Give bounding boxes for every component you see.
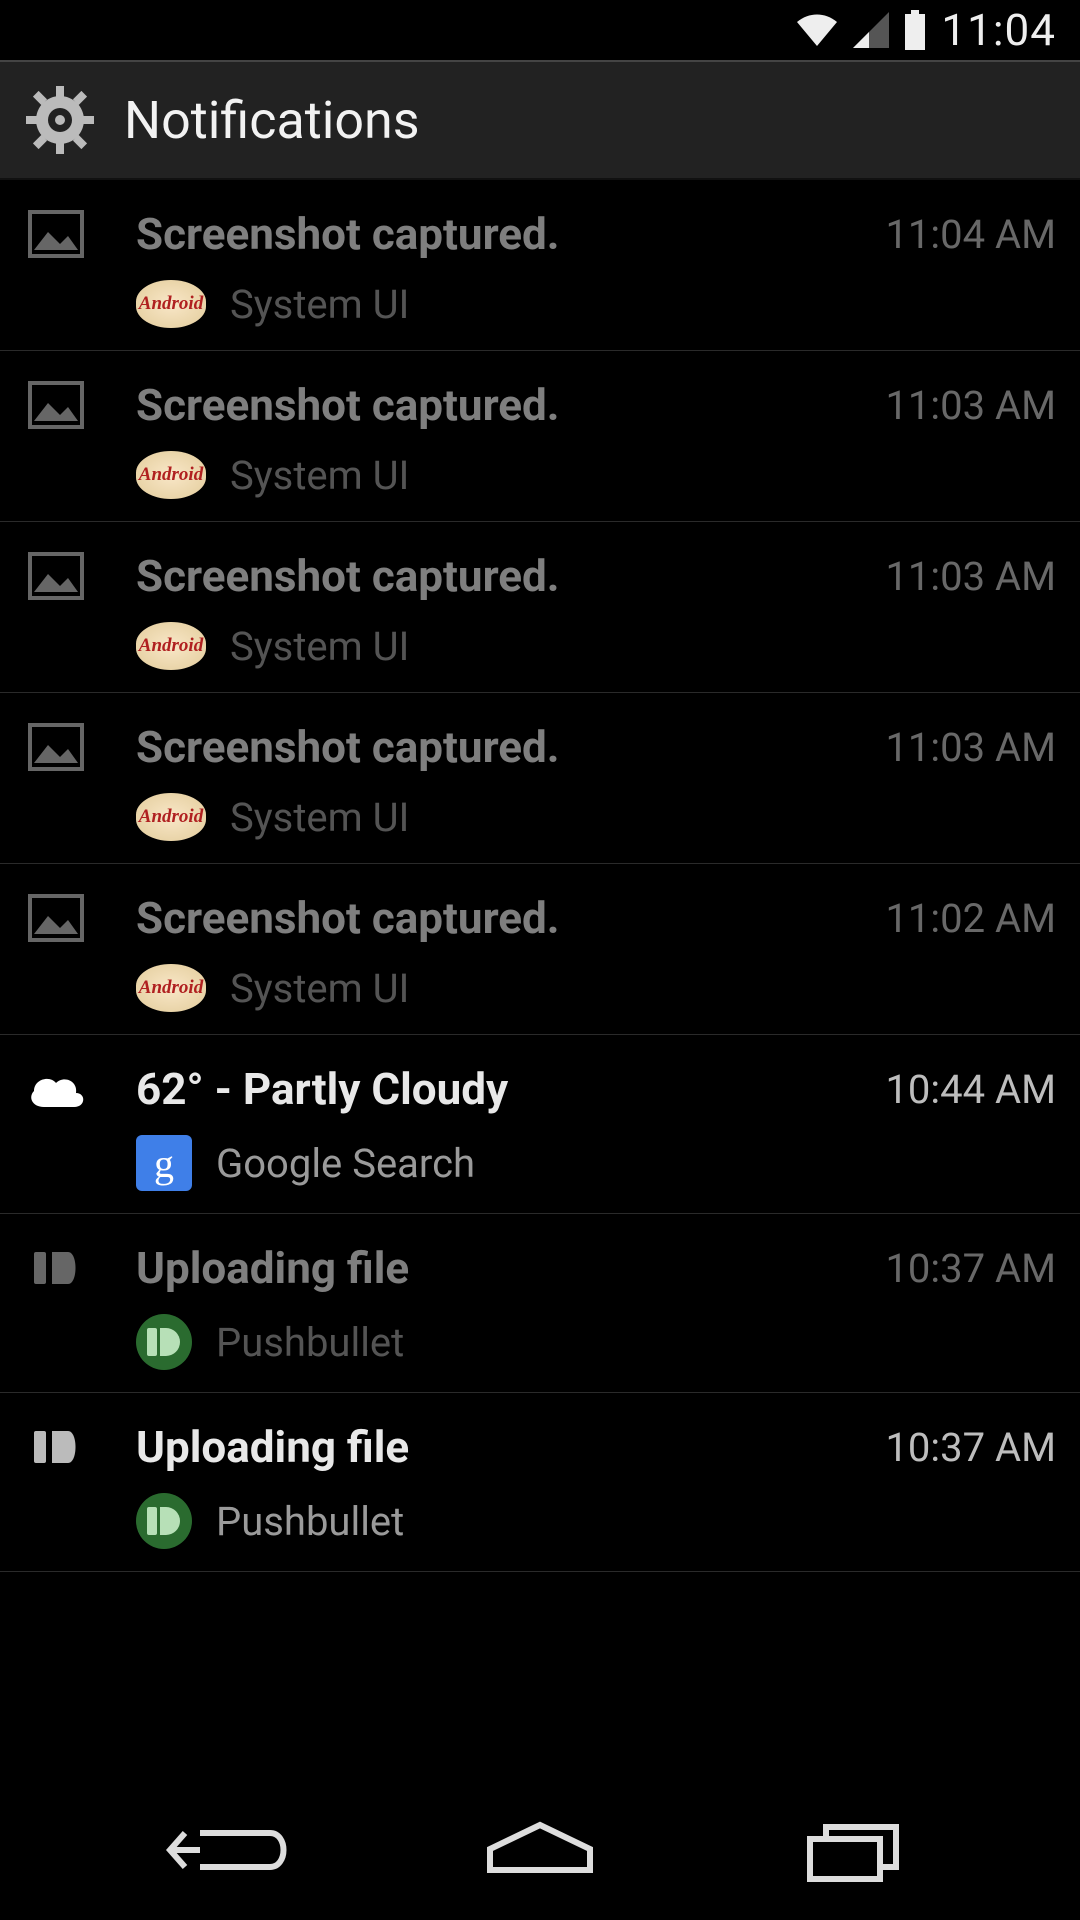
notification-row[interactable]: 62° - Partly Cloudy 10:44 AM g Google Searc… [0,1035,1080,1214]
picture-icon [24,886,88,950]
notification-source: Google Search [216,1140,475,1187]
notification-title: Screenshot captured. [136,550,859,602]
notification-source-wrap: g Google Search [136,1135,1056,1191]
notification-row[interactable]: Screenshot captured. 11:03 AM System UI [0,693,1080,864]
notification-source-wrap: System UI [136,964,1056,1012]
picture-icon [24,544,88,608]
notification-source-wrap: Pushbullet [136,1314,1056,1370]
notification-source-wrap: System UI [136,280,1056,328]
notification-row[interactable]: Screenshot captured. 11:03 AM System UI [0,351,1080,522]
pushbullet-icon [24,1236,88,1300]
notification-time: 11:02 AM [885,895,1056,942]
page-title: Notifications [124,90,420,151]
notification-source: System UI [230,794,409,841]
notification-title: Screenshot captured. [136,892,859,944]
android-app-icon [136,280,206,328]
status-bar: 11:04 [0,0,1080,60]
notification-title: Uploading file [136,1421,859,1473]
notification-row[interactable]: Screenshot captured. 11:03 AM System UI [0,522,1080,693]
home-button[interactable] [450,1810,630,1890]
notification-source: System UI [230,623,409,670]
notification-title: Screenshot captured. [136,721,859,773]
notification-title: Screenshot captured. [136,379,859,431]
android-app-icon [136,793,206,841]
notification-time: 11:04 AM [885,211,1056,258]
notification-row[interactable]: Uploading file 10:37 AM Pushbullet [0,1214,1080,1393]
notification-source: System UI [230,452,409,499]
notification-title: 62° - Partly Cloudy [136,1063,859,1115]
header: Notifications [0,60,1080,180]
pushbullet-app-icon [136,1314,192,1370]
cloud-icon [24,1057,88,1121]
wifi-icon [795,12,839,48]
notification-row[interactable]: Screenshot captured. 11:02 AM System UI [0,864,1080,1035]
android-app-icon [136,964,206,1012]
android-app-icon [136,451,206,499]
notification-time: 11:03 AM [885,553,1056,600]
notification-source: System UI [230,965,409,1012]
notification-title: Screenshot captured. [136,208,859,260]
google-app-icon: g [136,1135,192,1191]
back-button[interactable] [135,1810,315,1890]
android-app-icon [136,622,206,670]
notification-source: Pushbullet [216,1319,404,1366]
cell-signal-icon [853,12,889,48]
notification-time: 10:44 AM [885,1066,1056,1113]
picture-icon [24,715,88,779]
notification-source-wrap: System UI [136,622,1056,670]
picture-icon [24,373,88,437]
pushbullet-app-icon [136,1493,192,1549]
notification-source: System UI [230,281,409,328]
notification-time: 11:03 AM [885,382,1056,429]
recent-apps-button[interactable] [765,1810,945,1890]
gear-icon [24,84,96,156]
notification-row[interactable]: Uploading file 10:37 AM Pushbullet [0,1393,1080,1572]
notification-time: 10:37 AM [885,1424,1056,1471]
notification-title: Uploading file [136,1242,859,1294]
notification-source-wrap: System UI [136,451,1056,499]
notification-source-wrap: System UI [136,793,1056,841]
notification-row[interactable]: Screenshot captured. 11:04 AM System UI [0,180,1080,351]
notification-source: Pushbullet [216,1498,404,1545]
navigation-bar [0,1780,1080,1920]
battery-icon [903,10,927,50]
notification-time: 10:37 AM [885,1245,1056,1292]
notification-time: 11:03 AM [885,724,1056,771]
picture-icon [24,202,88,266]
status-time: 11:04 [941,4,1056,56]
notification-list: Screenshot captured.11:04 AMSystem UIScr… [0,180,1080,1572]
pushbullet-icon [24,1415,88,1479]
notification-source-wrap: Pushbullet [136,1493,1056,1549]
